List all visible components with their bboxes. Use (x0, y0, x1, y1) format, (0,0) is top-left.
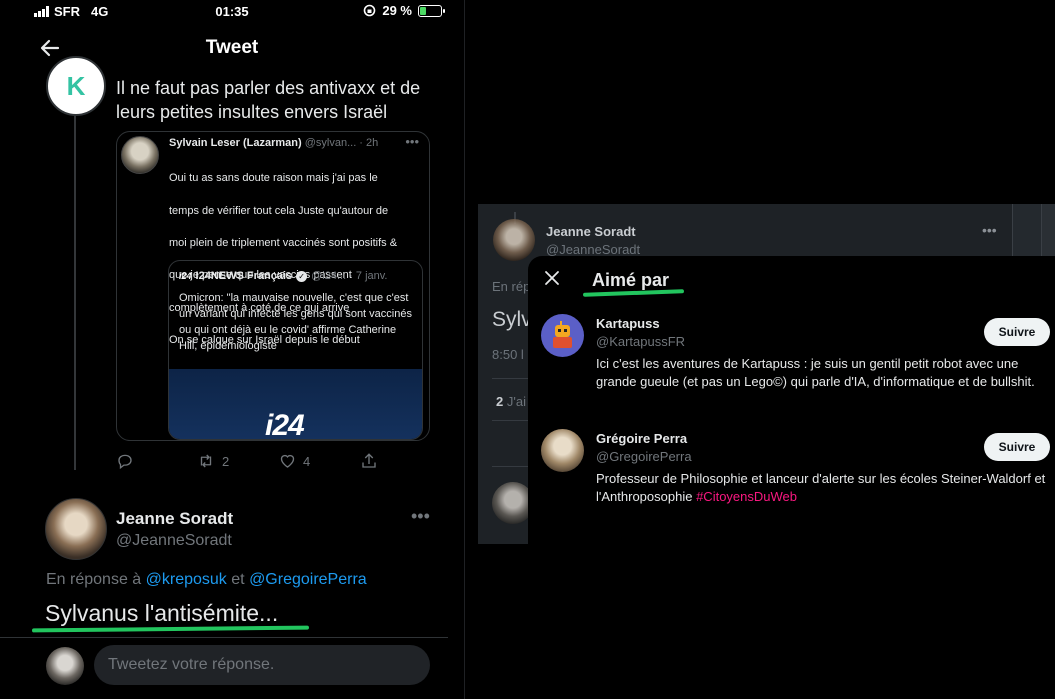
reply-icon (118, 454, 132, 470)
reply-prefix: En réponse à (46, 571, 142, 588)
hashtag-link[interactable]: #CitoyensDuWeb (696, 489, 797, 504)
media-logo: i24 (265, 409, 305, 440)
status-bar: SFR 4G 01:35 29 % (0, 0, 464, 22)
reply-conj: et (231, 571, 245, 588)
reply-input[interactable]: Tweetez votre réponse. (94, 645, 430, 685)
battery-icon (418, 4, 445, 17)
heart-icon (280, 454, 295, 468)
share-icon (362, 453, 376, 468)
nested-author-meta: @i24... · 7 janv. (311, 270, 388, 282)
follow-button[interactable]: Suivre (984, 433, 1050, 461)
quoted-author-meta: @sylvan... · 2h (304, 137, 379, 149)
avatar[interactable] (541, 314, 584, 357)
bg-likes-count: 2 (496, 394, 504, 409)
orientation-lock-icon (364, 4, 376, 17)
status-right: 29 % (363, 3, 445, 18)
avatar (46, 647, 84, 685)
modal-title: Aimé par (592, 270, 670, 290)
avatar[interactable] (541, 429, 584, 472)
like-action[interactable]: 4 (278, 452, 360, 470)
desktop-screen: Jeanne Soradt @JeanneSoradt ••• En rép S… (464, 0, 1055, 699)
more-icon: ••• (982, 222, 997, 238)
avatar (493, 219, 535, 261)
user-bio: Ici c'est les aventures de Kartapuss : j… (596, 356, 1035, 389)
mention-link[interactable]: @GregoirePerra (249, 571, 367, 588)
nested-author-name: I24NEWS Français (195, 270, 293, 282)
reply-author-handle: @JeanneSoradt (116, 532, 232, 549)
battery-percent: 29 % (382, 3, 412, 18)
divider (0, 637, 448, 638)
quoted-line: temps de vérifier tout cela Juste qu'aut… (169, 204, 389, 217)
nested-quoted-tweet[interactable]: i24 I24NEWS Français ✓ @i24... · 7 janv.… (168, 260, 423, 440)
nested-quote-media[interactable]: i24 (169, 369, 422, 439)
user-bio-text: Professeur de Philosophie et lanceur d'a… (596, 471, 1046, 504)
parent-tweet-text: Il ne faut pas parler des antivaxx et de… (116, 78, 421, 122)
phone-screen: SFR 4G 01:35 29 % Tweet K Il ne faut pas… (0, 0, 464, 699)
bg-author-name: Jeanne Soradt (546, 224, 636, 239)
liked-by-modal: Aimé par Kartapuss @KartapussFR Suivre I… (528, 256, 1055, 699)
bg-author-handle: @JeanneSoradt (546, 242, 641, 257)
bg-likes: 2 J'ai (496, 394, 526, 409)
avatar[interactable] (45, 498, 107, 560)
nested-quote-text: Omicron: "la mauvaise nouvelle, c'est qu… (179, 292, 412, 352)
follow-button[interactable]: Suivre (984, 318, 1050, 346)
mention-link[interactable]: @kreposuk (146, 571, 227, 588)
bg-likes-fragment: J'ai (506, 394, 526, 409)
user-name[interactable]: Kartapuss (596, 316, 660, 331)
avatar-letter: K (66, 70, 86, 101)
quoted-tweet-header: Sylvain Leser (Lazarman) @sylvan... · 2h (169, 137, 419, 149)
robot-avatar-icon (553, 321, 572, 348)
retweet-action[interactable]: 2 (196, 452, 278, 470)
user-name[interactable]: Grégoire Perra (596, 431, 687, 446)
verified-badge-icon: ✓ (296, 270, 308, 282)
avatar (121, 136, 159, 174)
user-handle: @KartapussFR (596, 334, 686, 349)
more-icon[interactable]: ••• (405, 134, 419, 149)
reply-tweet-text: Sylvanus l'antisémite... (45, 600, 279, 626)
tweet-actions: 2 4 (116, 450, 386, 472)
share-action[interactable] (360, 452, 378, 470)
nested-quote-header: i24 I24NEWS Français ✓ @i24... · 7 janv. (179, 270, 414, 282)
more-icon[interactable]: ••• (411, 506, 430, 527)
user-handle: @GregoirePerra (596, 449, 692, 464)
bg-time-fragment: 8:50 l (492, 347, 524, 362)
retweet-count: 2 (222, 453, 230, 469)
reply-author-name[interactable]: Jeanne Soradt (116, 509, 233, 529)
reply-action[interactable] (116, 452, 196, 470)
close-icon[interactable] (544, 270, 560, 286)
i24-logo-icon: i24 (179, 271, 192, 281)
divider (464, 0, 465, 699)
quoted-line: moi plein de triplement vaccinés sont po… (169, 237, 398, 250)
quoted-line: Oui tu as sans doute raison mais j'ai pa… (169, 172, 378, 185)
retweet-icon (200, 454, 212, 468)
bg-tweet-fragment: Sylv (492, 308, 532, 331)
user-bio: Professeur de Philosophie et lanceur d'a… (596, 470, 1046, 505)
avatar[interactable]: K (46, 56, 106, 116)
reply-context: En réponse à @kreposuk et @GregoirePerra (46, 571, 367, 589)
quoted-tweet[interactable]: Sylvain Leser (Lazarman) @sylvan... · 2h… (116, 131, 430, 441)
quoted-author-name: Sylvain Leser (Lazarman) (169, 137, 302, 149)
like-count: 4 (303, 453, 311, 469)
bg-reply-fragment: En rép (492, 279, 531, 294)
thread-connector (74, 112, 76, 470)
